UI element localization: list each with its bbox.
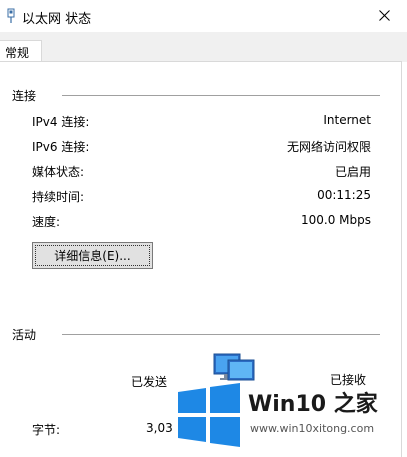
bytes-sent-value: 3,03: [146, 421, 173, 435]
tab-strip: 常规: [0, 32, 407, 62]
bytes-label: 字节:: [32, 423, 61, 437]
connection-divider: [62, 95, 380, 96]
media-state-value: 已启用: [334, 165, 371, 179]
title-bar: 以太网 状态: [0, 0, 407, 32]
ipv4-value: Internet: [323, 113, 371, 127]
ipv4-label: IPv4 连接:: [32, 115, 90, 129]
close-icon: [379, 10, 390, 21]
duration-value: 00:11:25: [317, 188, 371, 202]
network-computers-icon: [212, 352, 256, 389]
media-state-label: 媒体状态:: [32, 165, 85, 179]
details-button-label: 详细信息(E)...: [35, 245, 150, 266]
received-label: 已接收: [330, 373, 367, 387]
tab-general[interactable]: 常规: [0, 40, 42, 62]
close-button[interactable]: [363, 0, 407, 32]
connection-section-label: 连接: [12, 89, 37, 103]
activity-section-label: 活动: [12, 328, 37, 342]
duration-label: 持续时间:: [32, 190, 85, 204]
window-title: 以太网 状态: [22, 12, 92, 27]
sent-label: 已发送: [131, 375, 168, 389]
details-button[interactable]: 详细信息(E)...: [32, 242, 153, 269]
activity-divider: [62, 334, 380, 335]
speed-label: 速度:: [32, 215, 61, 229]
speed-value: 100.0 Mbps: [300, 213, 371, 227]
network-adapter-icon: [4, 8, 18, 24]
ipv6-label: IPv6 连接:: [32, 140, 90, 154]
ipv6-value: 无网络访问权限: [286, 140, 371, 154]
